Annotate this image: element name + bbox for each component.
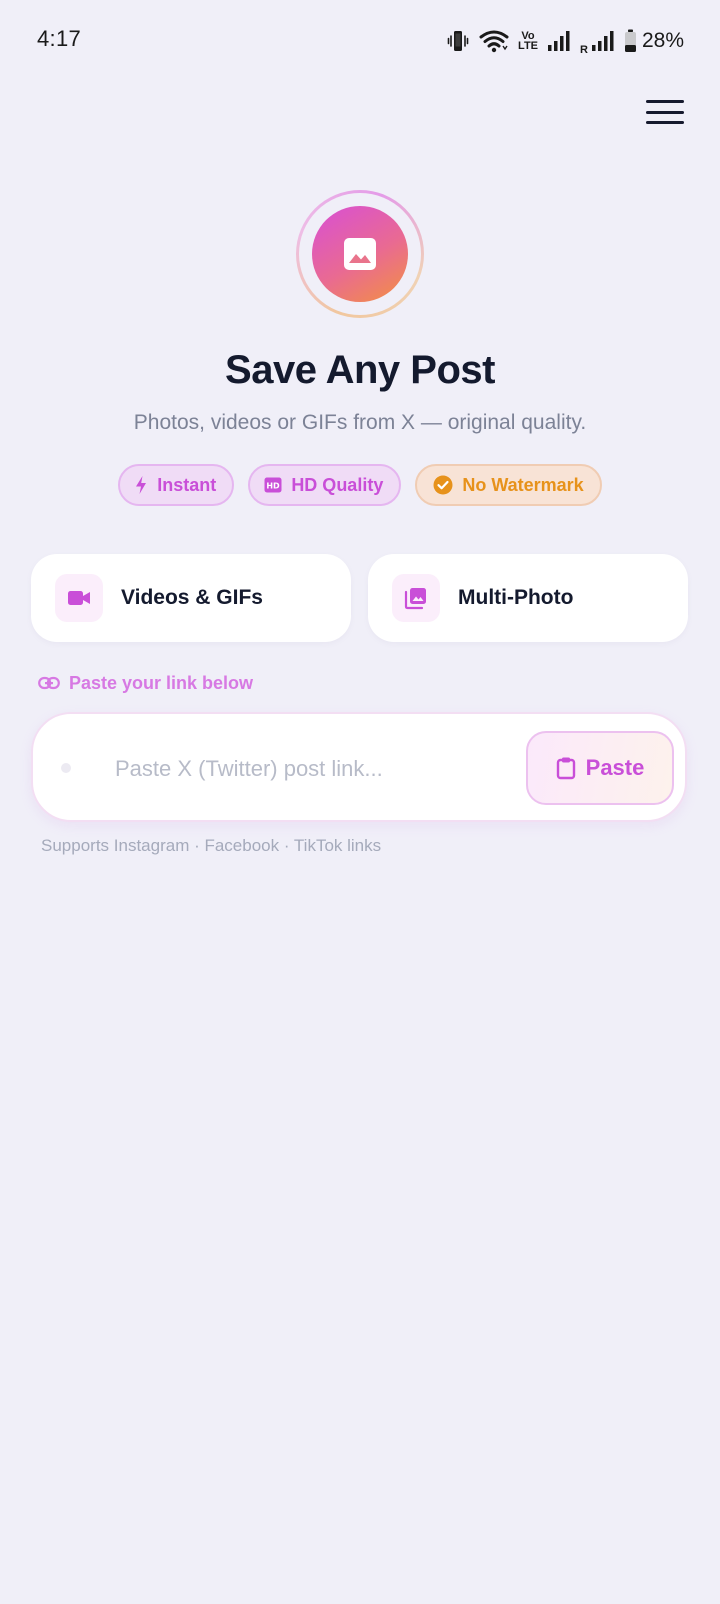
clipboard-icon [556, 757, 575, 780]
hero-logo [296, 190, 424, 318]
menu-line-bottom [646, 121, 684, 124]
status-time: 4:17 [37, 26, 82, 51]
battery-percentage: 28% [641, 29, 684, 52]
url-input[interactable] [115, 744, 495, 794]
mode-card-videos-gifs-label: Videos & GIFs [121, 586, 263, 609]
app-screen: 4:17 Vo LTE R 28% Save Any Post Photos, … [0, 0, 720, 1604]
volte-icon: Vo LTE [518, 31, 539, 52]
mode-card-multi-photo-label: Multi-Photo [458, 586, 574, 609]
mode-card-multi-photo[interactable]: Multi-Photo [368, 554, 688, 642]
image-icon [344, 238, 376, 270]
videocam-icon [68, 591, 90, 605]
url-input-container: Paste [31, 712, 687, 822]
menu-line-top [646, 100, 684, 103]
wifi-icon [479, 30, 509, 53]
badge-instant-label: Instant [157, 474, 217, 495]
link-icon [38, 676, 60, 690]
badge-instant: Instant [118, 464, 235, 506]
check-circle-icon [433, 475, 453, 495]
badge-no-watermark: No Watermark [415, 464, 602, 506]
input-status-dot [61, 763, 71, 773]
vibrate-icon [447, 31, 469, 51]
paste-hint: Paste your link below [38, 670, 253, 696]
mode-card-videos-gifs[interactable]: Videos & GIFs [31, 554, 351, 642]
menu-line-middle [646, 110, 684, 114]
volte-bottom-label: LTE [518, 40, 539, 52]
paste-button-label: Paste [585, 755, 645, 780]
paste-button[interactable]: Paste [526, 731, 674, 805]
feature-badges: Instant HD HD Quality No Watermark [0, 464, 720, 506]
roaming-indicator: R [580, 44, 588, 56]
hamburger-menu-icon[interactable] [644, 96, 686, 128]
status-icons: Vo LTE R 28% [446, 26, 684, 56]
battery-icon [624, 29, 636, 52]
supported-platforms-note: Supports Instagram · Facebook · TikTok l… [41, 836, 382, 855]
status-bar: 4:17 Vo LTE R 28% [0, 0, 720, 82]
bolt-icon [136, 476, 147, 494]
page-subtitle: Photos, videos or GIFs from X — original… [133, 411, 587, 434]
photo-library-icon [404, 588, 426, 610]
signal-icon [548, 31, 570, 51]
paste-hint-label: Paste your link below [69, 672, 254, 693]
badge-hd-label: HD Quality [291, 474, 384, 495]
hd-icon: HD [264, 477, 282, 493]
badge-no-watermark-label: No Watermark [462, 474, 584, 495]
signal-roaming-icon [591, 31, 614, 51]
svg-text:HD: HD [267, 482, 281, 491]
badge-hd-quality: HD HD Quality [248, 464, 402, 506]
page-title: Save Any Post [225, 348, 495, 392]
